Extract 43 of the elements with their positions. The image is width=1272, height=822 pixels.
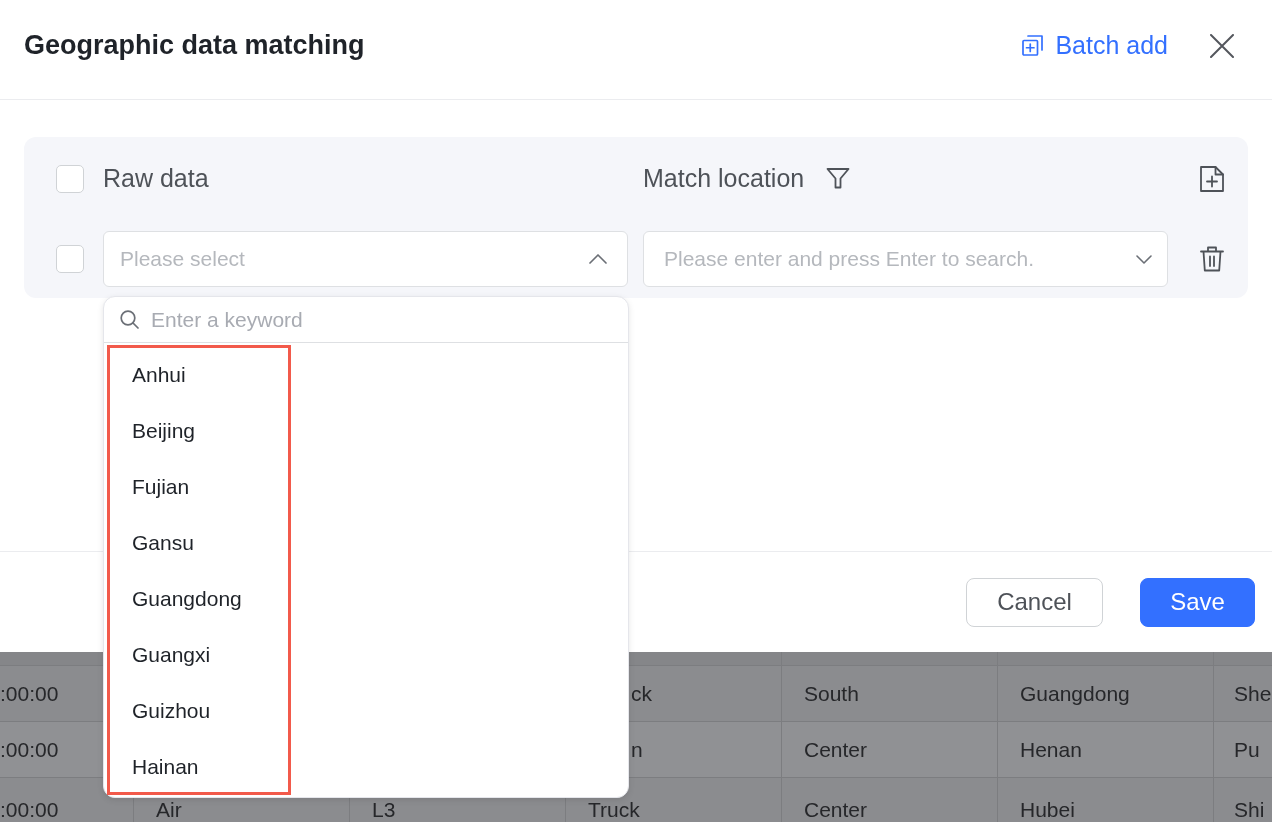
trash-icon[interactable]: [1200, 246, 1224, 272]
filter-icon[interactable]: [826, 167, 851, 191]
table-value: Hubei: [1020, 800, 1075, 820]
table-value: Center: [804, 739, 868, 760]
option-item[interactable]: Guizhou: [104, 683, 628, 739]
table-value: She: [1234, 683, 1272, 704]
option-item[interactable]: Guangxi: [104, 627, 628, 683]
option-item[interactable]: Hainan: [104, 739, 628, 795]
batch-add-link[interactable]: Batch add: [1022, 26, 1168, 65]
table-value: Guangdong: [1020, 683, 1130, 704]
column-label: Match location: [643, 163, 805, 195]
option-item[interactable]: Guangdong: [104, 571, 628, 627]
match-location-select[interactable]: Please enter and press Enter to search.: [643, 231, 1168, 287]
table-value: Shi: [1234, 800, 1265, 820]
save-button[interactable]: Save: [1140, 577, 1255, 627]
chevron-down-icon: [1136, 255, 1152, 264]
add-file-icon[interactable]: [1200, 166, 1224, 192]
table-value: n: [631, 739, 643, 760]
table-value: Center: [804, 800, 868, 820]
checkbox[interactable]: [56, 165, 84, 193]
option-item[interactable]: Beijing: [104, 403, 628, 459]
search-icon: [120, 310, 139, 329]
table-value: ck: [631, 683, 652, 704]
chevron-up-icon: [589, 254, 607, 264]
cancel-button[interactable]: Cancel: [966, 577, 1103, 627]
dialog-title: Geographic data matching: [24, 29, 365, 63]
column-label: Raw data: [103, 163, 209, 195]
checkbox[interactable]: [56, 245, 84, 273]
table-value: Truck: [588, 800, 640, 820]
table-value: Henan: [1020, 739, 1082, 760]
keyword-search-field[interactable]: Enter a keyword: [104, 297, 628, 343]
table-value: Air: [156, 800, 182, 820]
option-item[interactable]: Fujian: [104, 459, 628, 515]
table-value: L3: [372, 800, 396, 820]
table-value: :00:00: [0, 683, 59, 704]
option-item[interactable]: Anhui: [104, 347, 628, 403]
table-value: :00:00: [0, 739, 59, 760]
batch-add-icon: [1022, 35, 1044, 56]
option-item[interactable]: Gansu: [104, 515, 628, 571]
table-value: :00:00: [0, 800, 59, 820]
table-value: Pu: [1234, 739, 1260, 760]
table-value: South: [804, 683, 859, 704]
close-icon[interactable]: [1210, 33, 1234, 58]
